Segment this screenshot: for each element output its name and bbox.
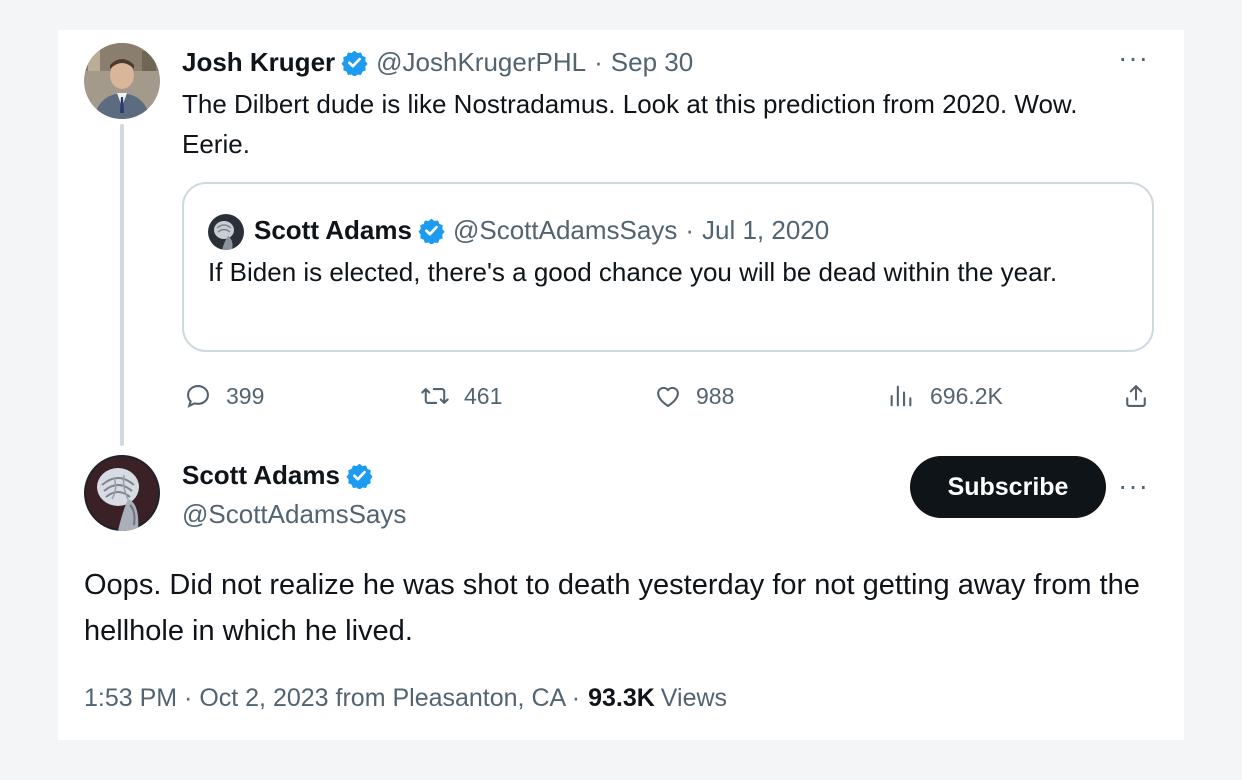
tweet1-separator: · [594, 46, 603, 77]
views-icon [890, 385, 912, 407]
quoted-separator: · [685, 214, 695, 245]
verified-badge-icon [341, 50, 368, 76]
tweet1-header: Josh Kruger @JoshKrugerPHL · Sep 30 [182, 44, 693, 80]
subscribe-button[interactable]: Subscribe [910, 456, 1106, 518]
quoted-author-avatar [208, 214, 244, 250]
tweet2-metadata: 1:53 PM · Oct 2, 2023 from Pleasanton, C… [84, 680, 727, 716]
retweet-count: 461 [464, 382, 503, 409]
quoted-date: Jul 1, 2020 [702, 214, 830, 245]
quoted-tweet-header: Scott Adams @ScottAdamsSays · Jul 1, 202… [254, 212, 829, 248]
tweet2-author-handle[interactable]: @ScottAdamsSays [182, 496, 406, 532]
scott-adams-avatar[interactable] [84, 455, 160, 531]
tweet1-text: The Dilbert dude is like Nostradamus. Lo… [182, 89, 1078, 159]
verified-badge-icon [346, 463, 373, 489]
views-button[interactable]: 696.2K [886, 378, 1003, 414]
tweet1-date[interactable]: Sep 30 [611, 47, 693, 78]
quoted-tweet-text: If Biden is elected, there's a good chan… [208, 257, 1058, 287]
josh-kruger-avatar[interactable] [84, 43, 160, 119]
tweet1-author-name[interactable]: Josh Kruger [182, 47, 335, 78]
share-button[interactable] [1122, 378, 1164, 414]
more-horizontal-icon[interactable]: ··· [1118, 472, 1149, 500]
retweet-icon [421, 388, 449, 404]
tweet2-views-label: Views [660, 683, 728, 712]
reply-icon [187, 385, 209, 408]
tweet2-views-count: 93.3K [588, 683, 655, 712]
like-button[interactable]: 988 [654, 378, 734, 414]
thread-connector-line [120, 124, 124, 446]
share-icon [1126, 385, 1146, 407]
retweet-button[interactable]: 461 [420, 378, 502, 414]
reply-button[interactable]: 399 [184, 378, 264, 414]
tweet2-author-name[interactable]: Scott Adams [182, 460, 340, 491]
tweet2-timestamp[interactable]: 1:53 PM · Oct 2, 2023 from Pleasanton, C… [84, 684, 580, 713]
reply-count: 399 [226, 382, 265, 409]
like-count: 988 [696, 382, 735, 409]
tweet1-author-handle[interactable]: @JoshKrugerPHL [376, 47, 586, 78]
tweet2-text: Oops. Did not realize he was shot to dea… [84, 569, 1140, 647]
like-icon [657, 386, 679, 407]
quoted-tweet[interactable]: Scott Adams @ScottAdamsSays · Jul 1, 202… [182, 182, 1154, 352]
more-horizontal-icon[interactable]: ··· [1118, 44, 1149, 72]
quoted-author-name: Scott Adams [254, 214, 412, 245]
views-count: 696.2K [930, 382, 1003, 409]
quoted-author-handle: @ScottAdamsSays [452, 214, 678, 245]
tweet2-name-row: Scott Adams [182, 456, 381, 494]
verified-badge-icon [418, 218, 445, 244]
